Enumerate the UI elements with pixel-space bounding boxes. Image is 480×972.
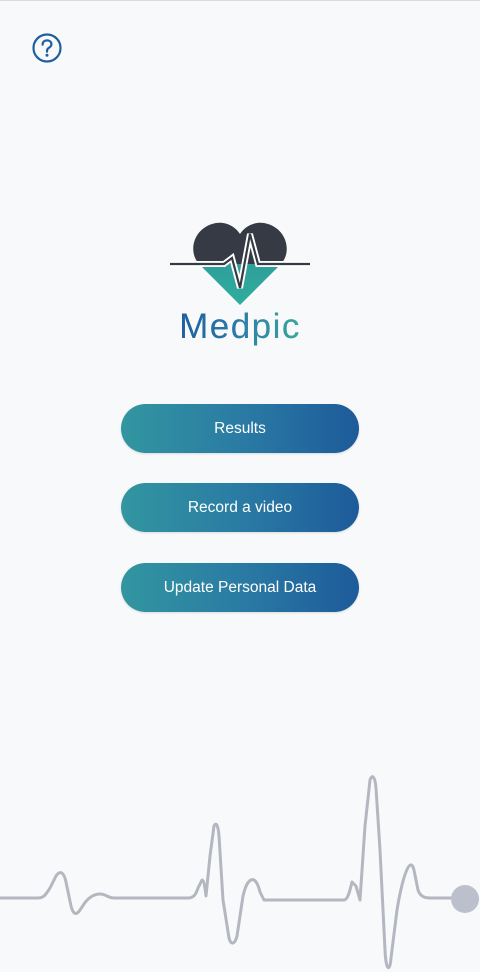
- question-circle-icon: [32, 33, 62, 63]
- help-button[interactable]: [31, 32, 63, 64]
- record-video-button-label: Record a video: [187, 498, 293, 516]
- top-divider: [0, 0, 480, 1]
- results-button[interactable]: Results: [121, 404, 359, 453]
- record-video-button[interactable]: Record a video: [121, 483, 359, 532]
- heartbeat-ecg-line: [0, 775, 479, 969]
- update-personal-data-button-label: Update Personal Data: [163, 578, 317, 596]
- results-button-label: Results: [214, 419, 266, 437]
- update-personal-data-button[interactable]: Update Personal Data: [121, 563, 359, 612]
- ecg-decoration: [0, 760, 480, 972]
- brand-name: Medpic: [0, 306, 480, 348]
- heart-pulse-logo-icon: [170, 222, 310, 305]
- app-logo: [168, 218, 312, 310]
